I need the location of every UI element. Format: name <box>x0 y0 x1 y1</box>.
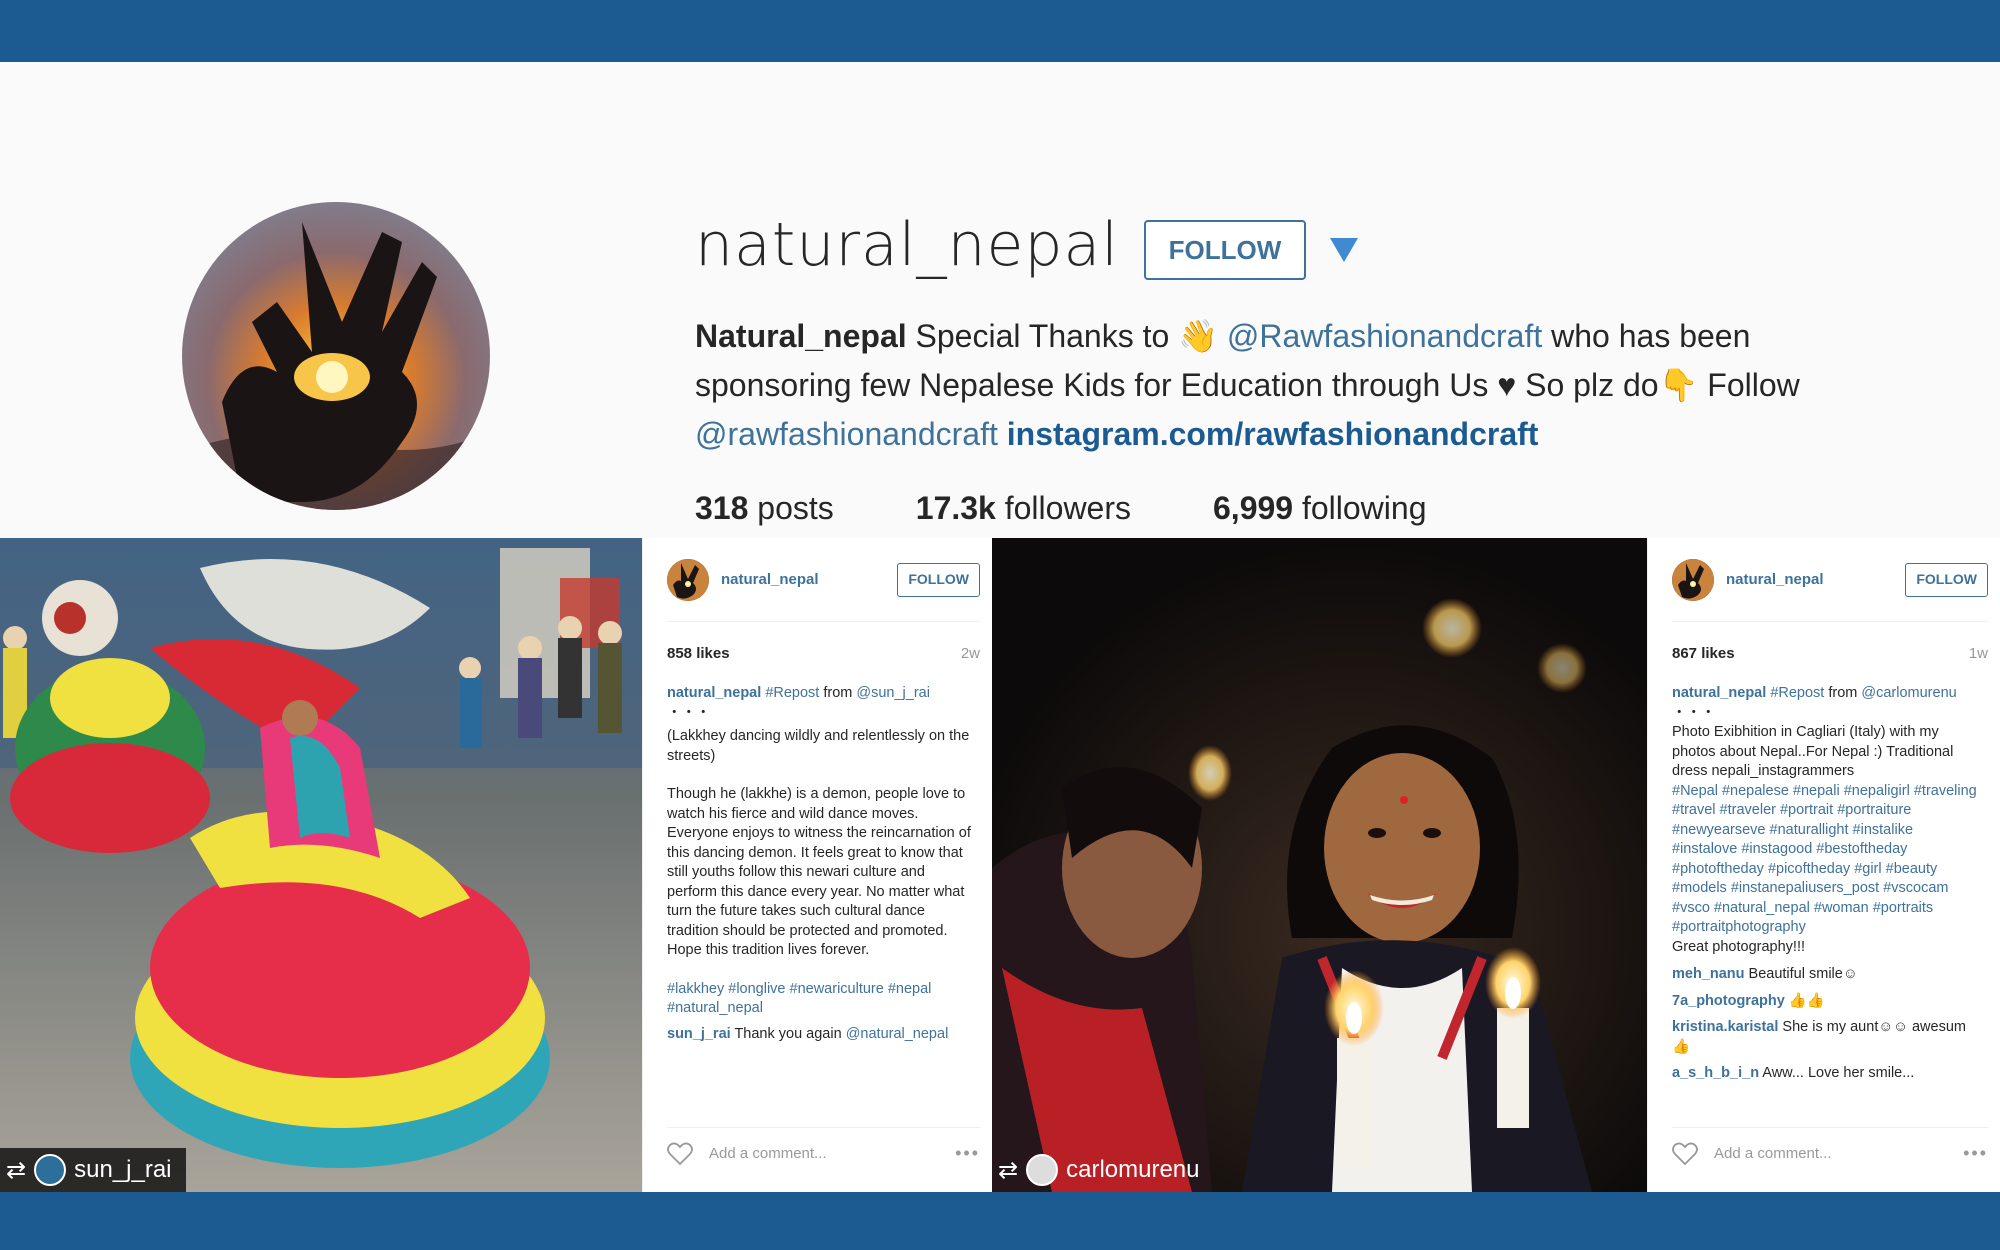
repost-icon: ⇄ <box>998 1156 1019 1184</box>
bio-mention-link[interactable]: @Rawfashionandcraft <box>1227 318 1542 354</box>
post-caption: natural_nepal #Repost from @carlomurenu … <box>1672 684 1980 1091</box>
divider <box>1672 621 1988 622</box>
followers-label: followers <box>1004 490 1131 526</box>
repost-username: sun_j_rai <box>74 1156 172 1183</box>
post-caption: natural_nepal #Repost from @sun_j_rai ・・… <box>667 684 972 1051</box>
following-stat[interactable]: 6,999 following <box>1213 490 1426 527</box>
more-options-dropdown-icon[interactable] <box>1330 238 1358 262</box>
repost-tag[interactable]: ⇄ carlomurenu <box>992 1148 1214 1192</box>
post-header: natural_nepal FOLLOW <box>667 558 980 602</box>
posts-stat: 318 posts <box>695 490 834 527</box>
likes-row: 858 likes 2w <box>667 644 980 664</box>
followers-count: 17.3k <box>915 490 996 526</box>
bio-text: Special Thanks to <box>906 318 1179 354</box>
likes-count[interactable]: 858 likes <box>667 644 730 664</box>
following-label: following <box>1301 490 1427 526</box>
caption-hashtags[interactable]: #Nepal #nepalese #nepali #nepaligirl #tr… <box>1672 782 1980 938</box>
caption-hashtags[interactable]: #lakkhey #longlive #newariculture #nepal… <box>667 980 972 1019</box>
heart-icon[interactable] <box>667 1142 693 1166</box>
follow-button[interactable]: FOLLOW <box>897 563 980 597</box>
comment: kristina.karistal She is my aunt☺☺ awesu… <box>1672 1018 1980 1057</box>
wave-emoji: 👋 <box>1178 318 1219 354</box>
repost-username: carlomurenu <box>1066 1156 1200 1183</box>
comment-text: 👍👍 <box>1784 992 1825 1009</box>
bio-website-link[interactable]: instagram.com/rawfashionandcraft <box>1007 416 1539 452</box>
repost-icon: ⇄ <box>6 1156 27 1184</box>
mention-link[interactable]: @carlomurenu <box>1861 685 1956 701</box>
caption-paragraph: (Lakkhey dancing wildly and relentlessly… <box>667 728 970 764</box>
mention-link[interactable]: @natural_nepal <box>846 1026 949 1042</box>
caption-paragraph: Great photography!!! <box>1672 938 1805 955</box>
follow-button[interactable]: FOLLOW <box>1144 220 1306 280</box>
profile-username: natural_nepal <box>695 210 1119 280</box>
post-age: 2w <box>960 645 980 662</box>
comment: a_s_h_b_i_n Aww... Love her smile... <box>1672 1064 1980 1084</box>
hashtag-link[interactable]: #Repost <box>1770 685 1824 701</box>
caption-username[interactable]: natural_nepal <box>667 685 761 701</box>
follow-button[interactable]: FOLLOW <box>1905 563 1988 597</box>
post-author-username[interactable]: natural_nepal <box>721 570 897 590</box>
profile-avatar[interactable] <box>182 202 490 510</box>
repost-tag[interactable]: ⇄ sun_j_rai <box>0 1148 186 1192</box>
post-detail-panel: natural_nepal FOLLOW 867 likes 1w natura… <box>1647 538 2000 1192</box>
profile-header: natural_nepal FOLLOW Natural_nepal Speci… <box>0 62 2000 538</box>
more-options-icon[interactable]: ••• <box>955 1144 980 1164</box>
comment-bar: Add a comment... ••• <box>1672 1127 1988 1168</box>
bio-text: So plz do <box>1516 367 1659 403</box>
caption-paragraph: Though he (lakkhe) is a demon, people lo… <box>667 786 971 958</box>
comment: sun_j_rai Thank you again @natural_nepal <box>667 1025 972 1045</box>
post-age: 1w <box>1968 645 1988 662</box>
divider <box>667 621 980 622</box>
posts-label: posts <box>757 490 834 526</box>
likes-row: 867 likes 1w <box>1672 644 1988 664</box>
post-detail-panel: natural_nepal FOLLOW 858 likes 2w natura… <box>642 538 992 1192</box>
comment-username[interactable]: kristina.karistal <box>1672 1019 1778 1035</box>
add-comment-input[interactable]: Add a comment... <box>709 1144 955 1164</box>
caption-text: from <box>1824 685 1862 701</box>
comment-username[interactable]: meh_nanu <box>1672 966 1745 982</box>
comment-username[interactable]: 7a_photography <box>1672 993 1785 1009</box>
bio-mention-link[interactable]: @rawfashionandcraft <box>695 416 998 452</box>
heart-emoji: ♥ <box>1497 367 1517 403</box>
post-photo-dancer[interactable]: ⇄ sun_j_rai <box>0 538 642 1192</box>
post-author-username[interactable]: natural_nepal <box>1726 570 1905 590</box>
repost-user-avatar <box>1026 1154 1059 1186</box>
profile-stats: 318 posts 17.3k followers 6,999 followin… <box>695 490 1508 527</box>
comment-text: Thank you again <box>730 1025 846 1042</box>
heart-icon[interactable] <box>1672 1142 1698 1166</box>
post-photo-candles[interactable]: ⇄ carlomurenu <box>992 538 1647 1192</box>
bio-name: Natural_nepal <box>695 318 907 354</box>
comment-username[interactable]: a_s_h_b_i_n <box>1672 1065 1759 1081</box>
point-down-emoji: 👇 <box>1658 367 1699 403</box>
hashtag-link[interactable]: #Repost <box>765 685 819 701</box>
more-options-icon[interactable]: ••• <box>1963 1144 1988 1164</box>
comment-text: Beautiful smile☺ <box>1744 966 1858 982</box>
caption-dots: ・・・ <box>1672 704 1716 721</box>
post-author-avatar[interactable] <box>667 559 709 601</box>
likes-count[interactable]: 867 likes <box>1672 644 1735 664</box>
bio-text: Follow <box>1698 367 1800 403</box>
comment-bar: Add a comment... ••• <box>667 1127 980 1168</box>
caption-paragraph: Photo Exibhition in Cagliari (Italy) wit… <box>1672 724 1954 779</box>
posts-count: 318 <box>695 490 749 526</box>
caption-dots: ・・・ <box>667 704 711 721</box>
caption-username[interactable]: natural_nepal <box>1672 685 1766 701</box>
repost-user-avatar <box>34 1154 67 1186</box>
bottom-frame-bar <box>0 1192 2000 1250</box>
comment-text: Aww... Love her smile... <box>1759 1065 1915 1081</box>
posts-gallery: ⇄ sun_j_rai natural_nepal FOLLOW 858 lik… <box>0 538 2000 1192</box>
add-comment-input[interactable]: Add a comment... <box>1714 1144 1963 1164</box>
followers-stat[interactable]: 17.3k followers <box>916 490 1131 527</box>
comment-username[interactable]: sun_j_rai <box>667 1026 731 1042</box>
comment: meh_nanu Beautiful smile☺ <box>1672 965 1980 985</box>
caption-text: from <box>819 685 857 701</box>
post-header: natural_nepal FOLLOW <box>1672 558 1988 602</box>
mention-link[interactable]: @sun_j_rai <box>856 685 930 701</box>
post-author-avatar[interactable] <box>1672 559 1714 601</box>
profile-bio: Natural_nepal Special Thanks to 👋 @Rawfa… <box>695 312 1895 459</box>
following-count: 6,999 <box>1213 490 1294 526</box>
top-frame-bar <box>0 0 2000 62</box>
comment: 7a_photography 👍👍 <box>1672 992 1980 1012</box>
